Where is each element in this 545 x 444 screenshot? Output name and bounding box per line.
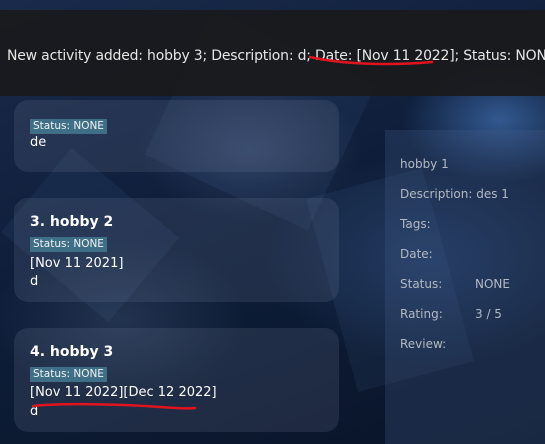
activity-title: 3. hobby 2 — [30, 214, 114, 230]
detail-date-label: Date: — [400, 247, 433, 261]
activity-description: d — [30, 404, 39, 419]
detail-rating-label: Rating: — [400, 307, 443, 321]
activity-dates: [Nov 11 2022][Dec 12 2022] — [30, 385, 217, 400]
activity-dates: [Nov 11 2021] — [30, 256, 124, 271]
activity-title: 4. hobby 3 — [30, 344, 114, 360]
detail-name: hobby 1 — [400, 157, 449, 171]
detail-description: Description: des 1 — [400, 187, 509, 201]
detail-tags-label: Tags: — [400, 217, 431, 231]
detail-review-label: Review: — [400, 337, 447, 351]
activity-card-3[interactable]: 3. hobby 2 Status: NONE [Nov 11 2021] d — [14, 198, 339, 302]
activity-description: de — [30, 135, 47, 150]
activity-detail-panel: hobby 1 Description: des 1 Tags: Date: S… — [385, 130, 545, 444]
status-badge: Status: NONE — [30, 367, 107, 382]
status-badge: Status: NONE — [30, 237, 107, 252]
detail-rating-value: 3 / 5 — [475, 307, 502, 321]
status-badge: Status: NONE — [30, 119, 107, 134]
activity-card-2[interactable]: Status: NONE de — [14, 100, 339, 172]
activity-card-4[interactable]: 4. hobby 3 Status: NONE [Nov 11 2022][De… — [14, 328, 339, 432]
command-result-display: New activity added: hobby 3; Description… — [0, 10, 545, 96]
result-message: New activity added: hobby 3; Description… — [7, 48, 545, 64]
detail-status-label: Status: — [400, 277, 443, 291]
detail-status-value: NONE — [475, 277, 510, 291]
activity-description: d — [30, 274, 39, 289]
